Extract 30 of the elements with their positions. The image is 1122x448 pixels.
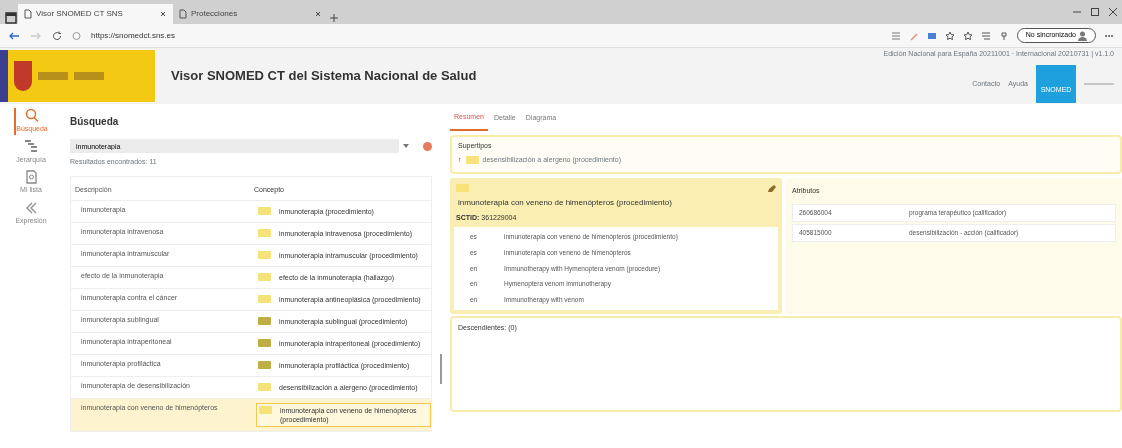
maximize-icon[interactable] (1090, 7, 1100, 17)
scrollbar-thumb[interactable] (440, 354, 442, 384)
browser-tab[interactable]: Protecciones (173, 4, 328, 24)
new-tab-icon[interactable] (328, 12, 340, 24)
avatar-icon (1078, 30, 1087, 41)
star-icon[interactable] (944, 30, 955, 41)
more-icon[interactable] (1104, 33, 1114, 38)
page-icon (179, 9, 187, 19)
address-bar[interactable]: https://snomedct.sns.es (91, 29, 176, 42)
pencil-icon[interactable] (767, 183, 776, 193)
panel-title: Búsqueda (70, 115, 120, 129)
document-icon (23, 169, 39, 185)
collections-icon[interactable] (980, 30, 991, 41)
close-icon[interactable] (1108, 7, 1118, 17)
clear-icon[interactable] (423, 141, 432, 151)
app-title: Visor SNOMED CT del Sistema Nacional de Salud (171, 67, 477, 86)
concept-name: inmunoterapia con veneno de himenópteros (procedimiento) (457, 196, 673, 209)
dropdown-caret-icon[interactable] (403, 144, 409, 148)
hierarchy-icon (23, 138, 39, 155)
pen-icon[interactable] (908, 30, 919, 41)
close-icon[interactable] (159, 10, 167, 18)
back-icon[interactable] (8, 30, 20, 41)
tab-actions-icon[interactable] (4, 12, 18, 24)
star-icon[interactable] (962, 30, 973, 41)
browser-tab[interactable]: Visor SNOMED CT SNS (18, 4, 173, 24)
search-icon (24, 108, 40, 124)
reload-icon[interactable] (52, 30, 62, 41)
close-icon[interactable] (314, 10, 322, 18)
page-icon (24, 9, 32, 19)
forward-icon (30, 30, 42, 41)
